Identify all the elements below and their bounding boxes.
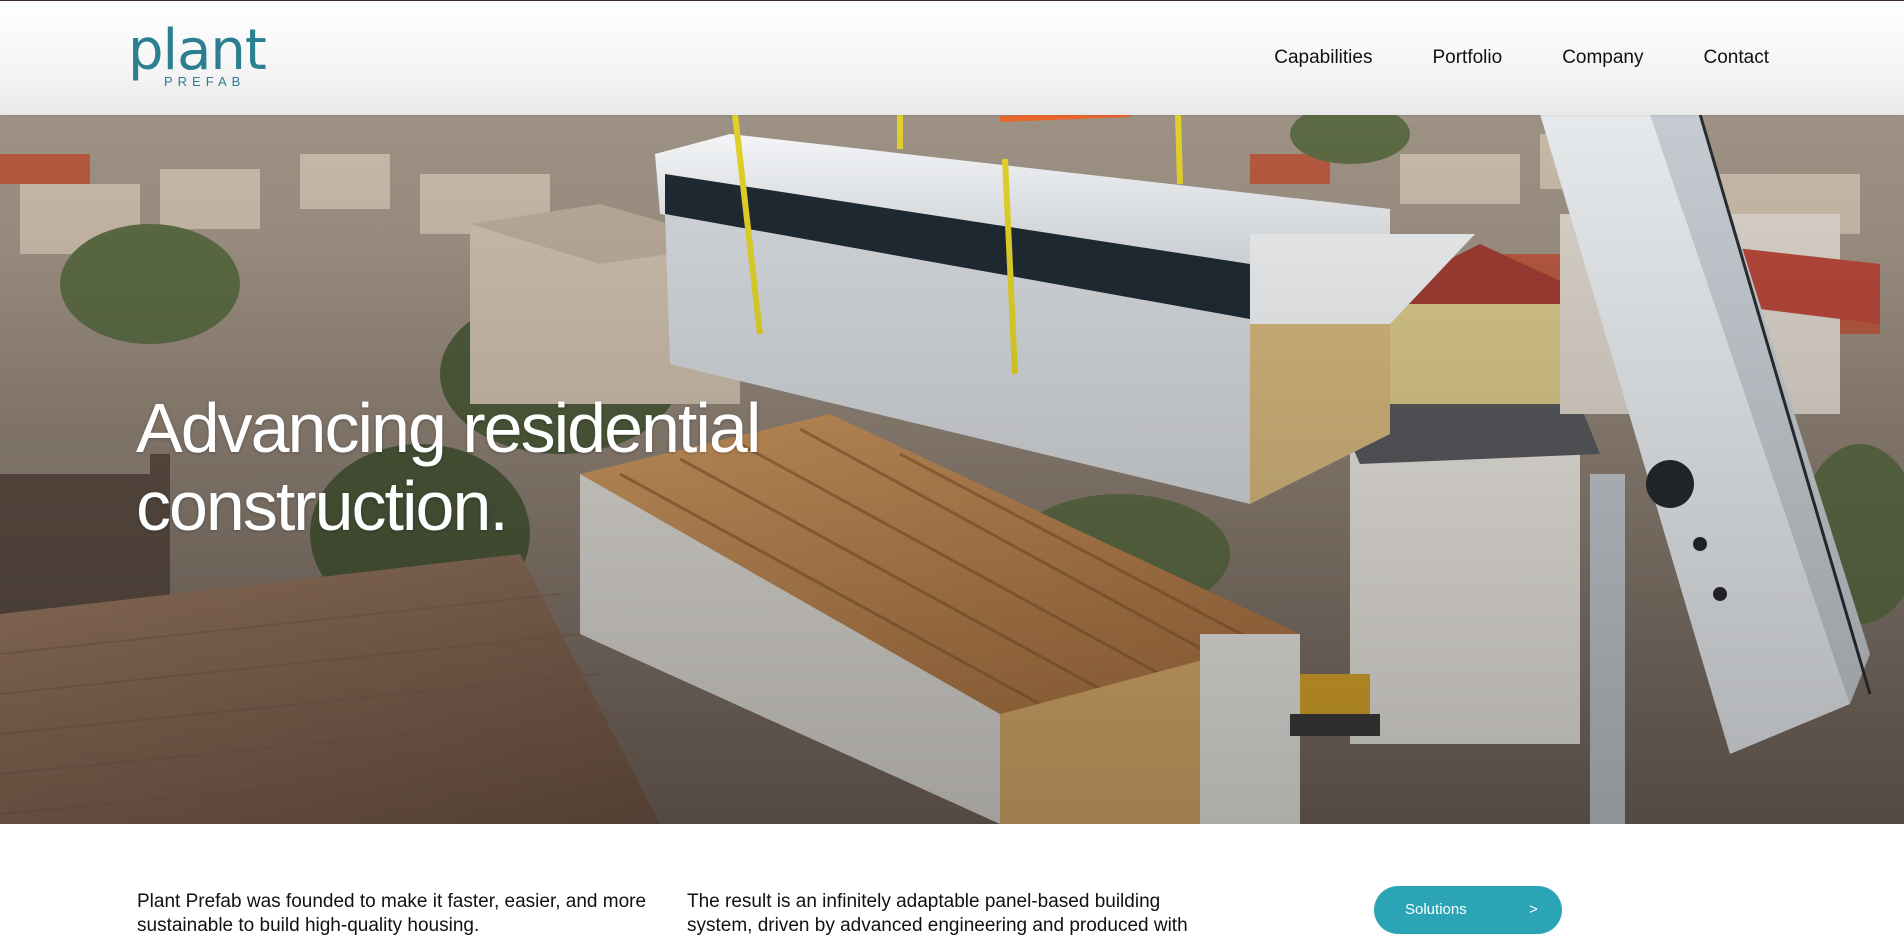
plant-prefab-logo[interactable]: plant PREFAB bbox=[128, 19, 267, 91]
main-nav: Capabilities Portfolio Company Contact bbox=[1274, 47, 1769, 69]
solutions-button-label: Solutions bbox=[1405, 901, 1467, 918]
hero-headline: Advancing residential construction. bbox=[136, 389, 896, 545]
logo-subtitle: PREFAB bbox=[164, 74, 246, 89]
nav-portfolio[interactable]: Portfolio bbox=[1432, 47, 1502, 69]
hero-headline-line-2: construction. bbox=[136, 467, 509, 545]
intro-section: Plant Prefab was founded to make it fast… bbox=[0, 824, 1904, 936]
intro-paragraph-2: The result is an infinitely adaptable pa… bbox=[687, 891, 1188, 936]
nav-company[interactable]: Company bbox=[1562, 47, 1643, 69]
nav-contact[interactable]: Contact bbox=[1704, 47, 1769, 69]
hero-section: Advancing residential construction. bbox=[0, 114, 1904, 824]
nav-capabilities[interactable]: Capabilities bbox=[1274, 47, 1372, 69]
site-header: plant PREFAB Capabilities Portfolio Comp… bbox=[0, 0, 1904, 115]
chevron-right-icon: > bbox=[1529, 901, 1538, 918]
intro-paragraph-1: Plant Prefab was founded to make it fast… bbox=[137, 891, 647, 936]
hero-headline-line-1: Advancing residential bbox=[136, 389, 761, 467]
solutions-button[interactable]: Solutions > bbox=[1374, 886, 1562, 934]
